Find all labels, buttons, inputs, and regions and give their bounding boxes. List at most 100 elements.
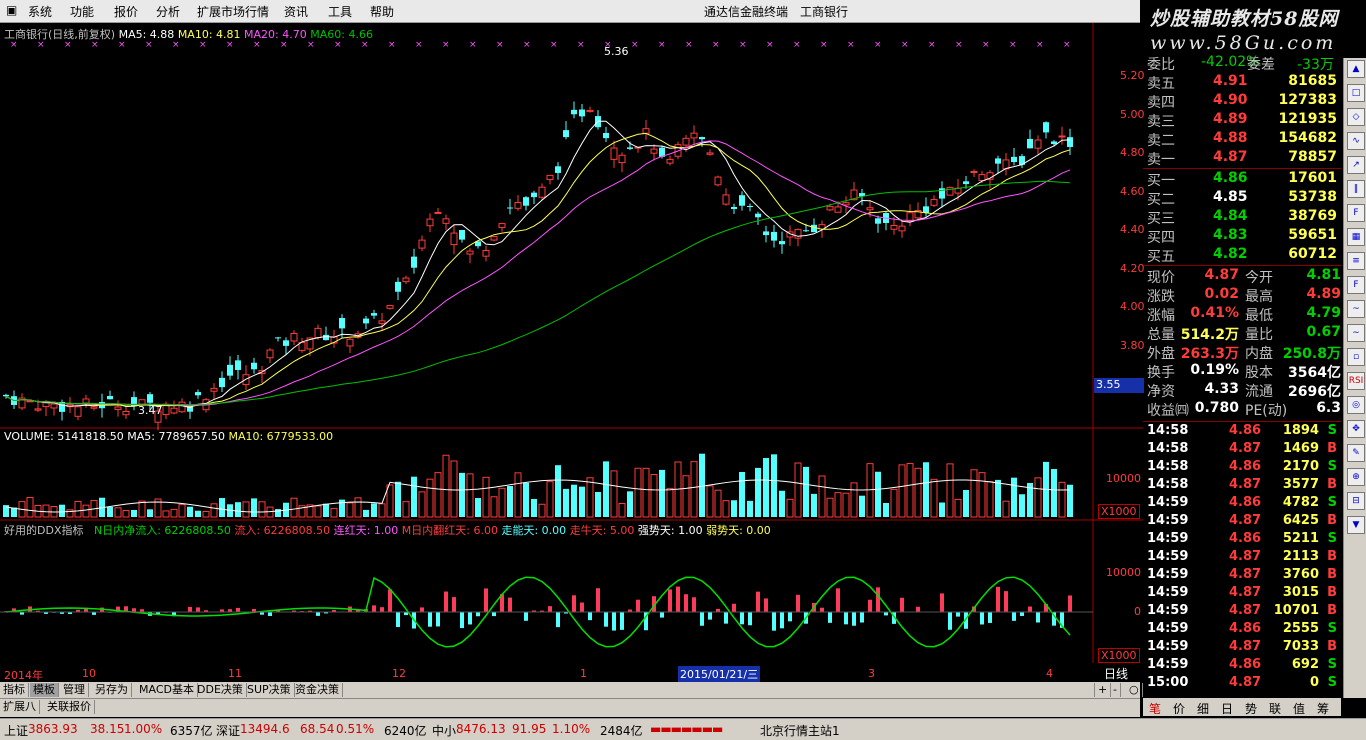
candle-up	[619, 155, 625, 162]
tab-dde[interactable]: DDE决策	[194, 683, 247, 697]
volume-bar-up	[43, 505, 49, 517]
menu-extended-market[interactable]: 扩展市场行情	[197, 3, 269, 20]
menu-quote[interactable]: 报价	[114, 3, 138, 20]
tab-trades[interactable]: 笔	[1149, 700, 1161, 717]
tab-ext8[interactable]: 扩展八	[0, 700, 40, 714]
tab-link[interactable]: 联	[1269, 700, 1281, 717]
tab-chips[interactable]: 筹	[1317, 700, 1329, 717]
volume-bar-down	[459, 473, 465, 517]
level-icon[interactable]: ⊟	[1347, 492, 1365, 510]
zoom-icon[interactable]: ⊕	[1347, 468, 1365, 486]
candle-up	[707, 153, 713, 154]
ddx-bar-negative	[700, 612, 704, 626]
volume-bar-up	[915, 468, 921, 517]
sell-label: 卖二	[1147, 130, 1175, 150]
volume-bar-down	[147, 509, 153, 517]
tab-circle[interactable]: ○	[1126, 683, 1143, 697]
move-icon[interactable]: ✥	[1347, 420, 1365, 438]
tick-row: 14:584.873577B	[1143, 477, 1341, 495]
stats-ticks-divider	[1143, 421, 1341, 422]
volume-bar-down	[939, 503, 945, 517]
scroll-up-icon[interactable]: ▲	[1347, 60, 1365, 78]
tab-indicator[interactable]: 指标	[0, 683, 29, 697]
tab-trend[interactable]: 势	[1245, 700, 1257, 717]
volume-bar-down	[411, 477, 417, 517]
tab-fund[interactable]: 资金决策	[292, 683, 343, 697]
menu-news[interactable]: 资讯	[284, 3, 308, 20]
tab-related-quotes[interactable]: 关联报价	[44, 700, 95, 714]
buy-label: 买二	[1147, 189, 1175, 209]
candle-down	[363, 319, 369, 324]
bars-icon[interactable]: ‖	[1347, 180, 1365, 198]
tab-macd[interactable]: MACD基本	[136, 683, 198, 697]
candle-up	[715, 177, 721, 185]
more-icon[interactable]: ▼	[1347, 516, 1365, 534]
period-day-button[interactable]: 日线	[1104, 665, 1144, 681]
trend-icon[interactable]: ↗	[1347, 156, 1365, 174]
candle-down	[1043, 122, 1049, 132]
buy-price: 4.86	[1213, 170, 1248, 186]
event-marker: ×	[388, 40, 396, 50]
list-icon[interactable]: ≡	[1347, 252, 1365, 270]
stat-label: 涨跌	[1147, 286, 1175, 306]
tab-template[interactable]: 模板	[30, 683, 59, 697]
tab-manage[interactable]: 管理	[60, 683, 89, 697]
calc-icon[interactable]: F	[1347, 276, 1365, 294]
grid-icon[interactable]: ▦	[1347, 228, 1365, 246]
sh-amount: 6357亿	[170, 722, 213, 739]
tab-sup[interactable]: SUP决策	[244, 683, 295, 697]
volume-bar-up	[211, 504, 217, 517]
menu-help[interactable]: 帮助	[370, 3, 394, 20]
volume-bar-down	[523, 483, 529, 517]
ext-tab-bar: 扩展八 关联报价	[0, 698, 1140, 717]
volume-bar-down	[251, 498, 257, 517]
doc-icon[interactable]: F	[1347, 204, 1365, 222]
candle-down	[227, 365, 233, 376]
stat-row: 总量514.2万量比0.67	[1143, 324, 1341, 343]
stat-row: 涨跌0.02最高4.89	[1143, 286, 1341, 305]
page-icon[interactable]: □	[1347, 84, 1365, 102]
candle-down	[195, 392, 201, 395]
ddx-bar-negative	[860, 612, 864, 623]
volume-bar-down	[811, 494, 817, 517]
candle-up	[643, 129, 649, 134]
target-icon[interactable]: ◎	[1347, 396, 1365, 414]
volume-bar-up	[403, 502, 409, 517]
pen-icon[interactable]: ✎	[1347, 444, 1365, 462]
tab-value[interactable]: 值	[1293, 700, 1305, 717]
tab-detail[interactable]: 细	[1197, 700, 1209, 717]
tool-icon[interactable]: ◇	[1347, 108, 1365, 126]
buy-label: 买一	[1147, 170, 1175, 190]
volume-bar-down	[571, 485, 577, 517]
chart-icon[interactable]: ∿	[1347, 132, 1365, 150]
tick-side: B	[1327, 549, 1337, 564]
volume-bar-down	[771, 454, 777, 517]
ma60-label: MA60: 4.66	[310, 28, 373, 41]
volume-bar-down	[883, 503, 889, 517]
menu-function[interactable]: 功能	[70, 3, 94, 20]
wave-icon[interactable]: ∼	[1347, 324, 1365, 342]
tab-price[interactable]: 价	[1173, 700, 1185, 717]
rsi-icon[interactable]: RSI	[1347, 372, 1365, 390]
ddx-bar-negative	[492, 612, 496, 616]
tab-save-as[interactable]: 另存为	[92, 683, 132, 697]
tab-plus[interactable]: +	[1094, 683, 1111, 697]
ddx-strong-days: 强势天: 1.00	[638, 524, 703, 537]
menu-icon[interactable]: ▣	[6, 3, 17, 17]
volume-bar-up	[691, 462, 697, 517]
tab-minus[interactable]: -	[1110, 683, 1121, 697]
sell-label: 卖三	[1147, 111, 1175, 131]
server-label[interactable]: 北京行情主站1	[760, 722, 840, 739]
kline-chart-area[interactable]: ××××××××××××××××××××××××××××××××××××××××	[0, 23, 1143, 663]
curve-icon[interactable]: ~	[1347, 300, 1365, 318]
buy-level-row: 买四4.8359651	[1143, 227, 1341, 246]
mark-icon[interactable]: ▫	[1347, 348, 1365, 366]
date-axis-nov: 11	[228, 667, 242, 680]
candle-down	[627, 147, 633, 149]
menu-tools[interactable]: 工具	[328, 3, 352, 20]
tab-day[interactable]: 日	[1221, 700, 1233, 717]
menu-system[interactable]: 系统	[28, 3, 52, 20]
menu-analysis[interactable]: 分析	[156, 3, 180, 20]
sh-percent: 1.00%	[124, 722, 162, 736]
candle-down	[963, 181, 969, 184]
